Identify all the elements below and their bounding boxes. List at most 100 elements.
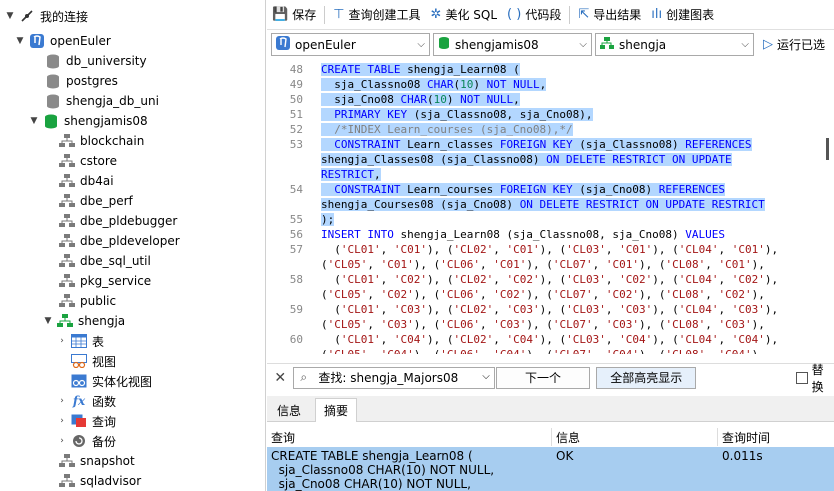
toolbar-divider [324, 5, 326, 24]
tab-info[interactable]: 信息 [269, 398, 309, 422]
chevron-down-icon[interactable]: ▼ [4, 11, 16, 21]
chevron-down-icon: ⌵ [579, 39, 587, 50]
tree-backups[interactable]: › 备份 [56, 431, 116, 451]
tree-db-item[interactable]: postgres [42, 71, 118, 91]
create-chart-button[interactable]: ılı 创建图表 [646, 3, 719, 27]
connection-tree[interactable]: ▼ 我的连接 ▼ openEuler db_university postgre… [0, 0, 266, 491]
find-next-button[interactable]: 下一个 [495, 366, 591, 389]
materialized-view-icon [71, 373, 87, 389]
tree-db-item[interactable]: shengja_db_uni [42, 91, 159, 111]
tab-summary[interactable]: 摘要 [315, 398, 358, 422]
database-icon [45, 73, 61, 89]
chevron-down-icon[interactable]: ⌵ [482, 371, 490, 382]
code-line: ); [321, 213, 335, 226]
tree-views[interactable]: 视图 [68, 351, 116, 371]
create-chart-label: 创建图表 [666, 8, 715, 22]
tree-schema-item[interactable]: dbe_perf [56, 191, 133, 211]
tree-schema-label: db4ai [80, 174, 114, 188]
tree-schema-item[interactable]: pkg_service [56, 271, 151, 291]
chevron-down-icon[interactable]: ▼ [42, 316, 54, 326]
editor-toolbar: 💾 保存 ⊤ 查询创建工具 ✲ 美化 SQL ( ) 代码段 ⇱ 导出结果 ılı 创建图表 [267, 0, 834, 30]
snippet-icon: ( ) [507, 7, 522, 22]
table-row[interactable]: CREATE TABLE shengja_Learn08 ( sja_Class… [267, 447, 834, 491]
line-number: 51 [289, 108, 303, 121]
replace-toggle[interactable]: 替换 [796, 361, 834, 395]
scrollbar-thumb[interactable] [826, 138, 829, 160]
code-line: ('CL01', 'C01'), ('CL02', 'C01'), ('CL03… [321, 243, 779, 256]
highlight-all-label: 全部高亮显示 [610, 371, 683, 385]
line-number: 54 [289, 183, 303, 196]
chevron-right-icon[interactable]: › [56, 396, 68, 406]
tree-schema-item[interactable]: cstore [56, 151, 117, 171]
line-number: 49 [289, 78, 303, 91]
tree-db-item[interactable]: db_university [42, 51, 147, 71]
database-active-icon [43, 113, 59, 129]
tree-schema-item[interactable]: public [56, 291, 116, 311]
save-button[interactable]: 💾 保存 [267, 3, 321, 27]
chevron-right-icon[interactable]: › [56, 336, 68, 346]
tree-connection-openeuler[interactable]: ▼ openEuler [14, 31, 111, 51]
tree-root[interactable]: ▼ 我的连接 [4, 6, 88, 26]
beautify-icon: ✲ [430, 7, 442, 22]
highlight-all-button[interactable]: 全部高亮显示 [596, 366, 697, 389]
tree-mat-views[interactable]: 实体化视图 [68, 371, 152, 391]
schema-icon [59, 133, 75, 149]
tree-schema-item[interactable]: blockchain [56, 131, 144, 151]
replace-checkbox[interactable] [796, 371, 808, 384]
tree-db-label: db_university [66, 54, 147, 68]
database-select[interactable]: shengjamis08 ⌵ [433, 33, 592, 56]
line-number: 59 [289, 303, 303, 316]
tree-schema-label: dbe_pldeveloper [80, 234, 180, 248]
column-header-query[interactable]: 查询 [267, 428, 552, 446]
beautify-sql-button[interactable]: ✲ 美化 SQL [426, 3, 502, 27]
code-line: shengja_Courses08 (sja_Cno08) ON DELETE … [321, 198, 765, 211]
query-builder-label: 查询创建工具 [348, 8, 421, 22]
chevron-right-icon[interactable]: › [56, 436, 68, 446]
chevron-right-icon[interactable]: › [56, 416, 68, 426]
find-input[interactable]: ⌕ 查找: shengja_Majors08 ⌵ [293, 366, 495, 389]
chart-icon: ılı [651, 7, 663, 22]
tree-schema-item[interactable]: dbe_pldebugger [56, 211, 177, 231]
tree-schema-label: cstore [80, 154, 117, 168]
sql-editor[interactable]: 48 49 50 51 52 53 54 55 56 57 58 59 60 CREATE TABLE … [267, 60, 834, 354]
column-header-info[interactable]: 信息 [552, 428, 718, 446]
tree-schema-item[interactable]: snapshot [56, 451, 135, 471]
code-line: ('CL05', 'C01'), ('CL06', 'C01'), ('CL07… [321, 258, 765, 271]
tree-schema-active[interactable]: ▼ shengja [42, 311, 125, 331]
tree-schema-item[interactable]: sqladvisor [56, 471, 141, 491]
tree-schema-label: blockchain [80, 134, 145, 148]
view-icon [71, 353, 87, 369]
line-number: 52 [289, 123, 303, 136]
chevron-down-icon[interactable]: ▼ [14, 36, 26, 46]
tree-schema-item[interactable]: dbe_sql_util [56, 251, 151, 271]
code-snippet-button[interactable]: ( ) 代码段 [502, 3, 566, 27]
code-line: CONSTRAINT Learn_courses FOREIGN KEY (sj… [321, 182, 726, 197]
chevron-down-icon[interactable]: ▼ [28, 116, 40, 126]
tree-schema-label: public [80, 294, 117, 308]
close-icon[interactable]: ✕ [267, 370, 293, 386]
code-line: INSERT INTO shengja_Learn08 (sja_Classno… [321, 228, 726, 241]
tree-schema-item[interactable]: dbe_pldeveloper [56, 231, 180, 251]
column-header-time[interactable]: 查询时间 [718, 428, 834, 446]
tree-functions[interactable]: › fx 函数 [56, 391, 116, 411]
tree-tables[interactable]: › 表 [56, 331, 104, 351]
export-results-button[interactable]: ⇱ 导出结果 [573, 3, 646, 27]
query-builder-button[interactable]: ⊤ 查询创建工具 [328, 3, 425, 27]
editor-scrollbar[interactable] [822, 60, 834, 354]
search-icon: ⌕ [300, 369, 308, 384]
tree-db-active[interactable]: ▼ shengjamis08 [28, 111, 148, 131]
schema-select[interactable]: shengja ⌵ [595, 33, 754, 56]
connection-select-value: openEuler [295, 37, 356, 52]
run-selected-button[interactable]: ▷ 运行已选 [757, 33, 825, 57]
code-line: ('CL01', 'C03'), ('CL02', 'C03'), ('CL03… [321, 303, 779, 316]
editor-context-bar: openEuler ⌵ shengjamis08 ⌵ shengja ⌵ ▷ 运行… [267, 30, 834, 59]
tree-schema-item[interactable]: db4ai [56, 171, 114, 191]
snippet-label: 代码段 [525, 8, 562, 22]
function-icon: fx [72, 394, 86, 408]
tree-queries[interactable]: › 查询 [56, 411, 116, 431]
line-number: 60 [289, 333, 303, 346]
find-next-label: 下一个 [524, 371, 561, 385]
connection-select[interactable]: openEuler ⌵ [271, 33, 430, 56]
database-icon [45, 53, 61, 69]
database-select-value: shengjamis08 [455, 37, 539, 52]
